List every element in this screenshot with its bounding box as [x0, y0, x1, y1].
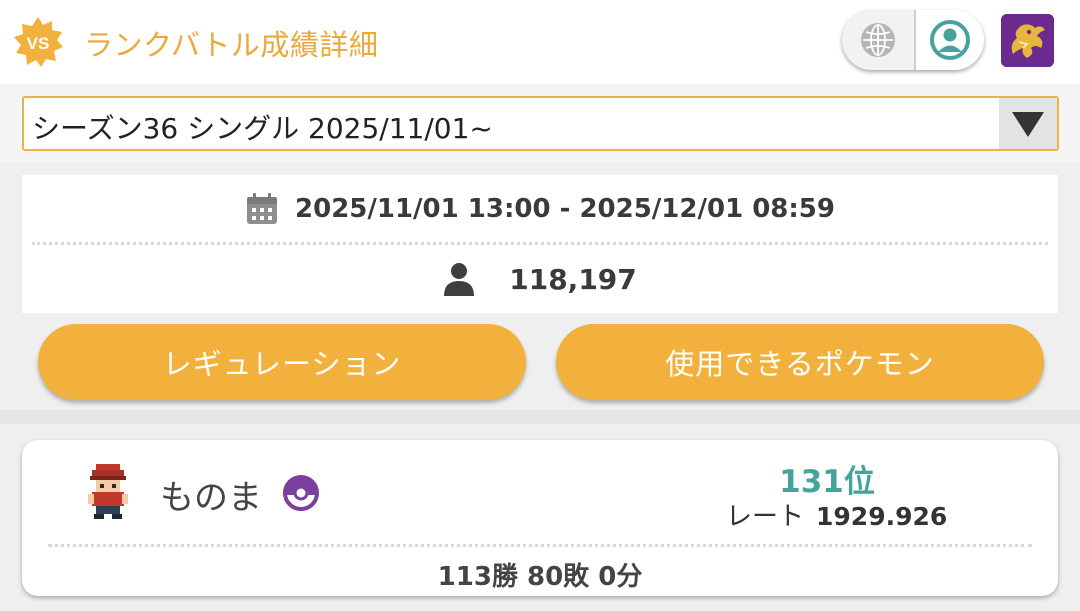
- vs-badge-icon: VS: [14, 17, 63, 67]
- app-header: VS ランクバトル成績詳細: [0, 0, 1080, 84]
- account-button[interactable]: [916, 10, 984, 70]
- header-toggle-group: [842, 10, 984, 70]
- rating-value: 1929.926: [816, 502, 948, 531]
- player-rank: 131位: [779, 464, 875, 500]
- participants-row: 118,197: [22, 257, 1058, 301]
- season-select-value: シーズン36 シングル 2025/11/01~: [32, 112, 493, 145]
- account-circle-icon: [930, 20, 970, 60]
- person-icon: [444, 263, 475, 296]
- dropdown-button[interactable]: [999, 98, 1057, 149]
- avatar[interactable]: [1001, 14, 1054, 67]
- season-period: 2025/11/01 13:00 - 2025/12/01 08:59: [295, 194, 835, 224]
- dotted-divider: [32, 242, 1048, 245]
- vs-badge-text: VS: [27, 34, 50, 53]
- dotted-divider: [48, 544, 1032, 547]
- section-divider: [0, 410, 1080, 424]
- regulation-button[interactable]: レギュレーション: [38, 324, 526, 400]
- player-result-card[interactable]: ものま 131位 レート 1929.926 113勝 80敗 0分: [22, 440, 1058, 596]
- participant-count: 118,197: [509, 262, 637, 296]
- language-button[interactable]: [842, 10, 914, 70]
- calendar-icon: [247, 193, 278, 224]
- dragon-avatar-icon: [1001, 14, 1054, 67]
- rating-label: レート: [726, 502, 805, 532]
- season-period-row: 2025/11/01 13:00 - 2025/12/01 08:59: [22, 187, 1058, 231]
- usable-pokemon-button[interactable]: 使用できるポケモン: [556, 324, 1044, 400]
- season-info-card: 2025/11/01 13:00 - 2025/12/01 08:59 118,…: [22, 175, 1058, 313]
- rating-line: レート 1929.926: [726, 496, 947, 533]
- trainer-sprite-icon: [88, 464, 128, 519]
- page-title: ランクバトル成績詳細: [84, 28, 379, 62]
- player-name: ものま: [160, 478, 262, 518]
- win-loss-record: 113勝 80敗 0分: [437, 562, 643, 592]
- season-select[interactable]: シーズン36 シングル 2025/11/01~: [22, 96, 1059, 151]
- dropdown-triangle-icon: [1012, 111, 1044, 137]
- poke-ball-icon: [283, 475, 319, 511]
- globe-icon: [861, 23, 895, 57]
